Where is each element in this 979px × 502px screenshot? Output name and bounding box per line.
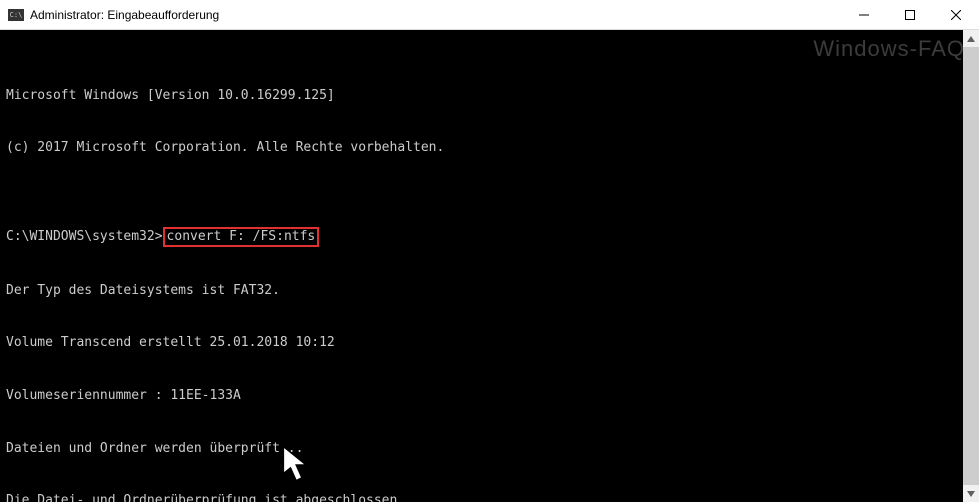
vertical-scrollbar[interactable] [963,30,979,502]
terminal-output[interactable]: Windows-FAQ Microsoft Windows [Version 1… [0,30,979,502]
output-line: Volume Transcend erstellt 25.01.2018 10:… [6,334,973,352]
output-line: Dateien und Ordner werden überprüft... [6,440,973,458]
window-title: Administrator: Eingabeaufforderung [30,8,219,22]
scrollbar-track[interactable] [963,47,979,485]
cmd-icon [8,9,24,21]
output-line: Microsoft Windows [Version 10.0.16299.12… [6,87,973,105]
prompt-line: C:\WINDOWS\system32>convert F: /FS:ntfs [6,227,973,247]
scroll-down-button[interactable] [963,485,979,502]
highlighted-command: convert F: /FS:ntfs [163,227,320,247]
close-button[interactable] [933,0,979,29]
titlebar-left: Administrator: Eingabeaufforderung [0,8,219,22]
scroll-up-button[interactable] [963,30,979,47]
watermark-text: Windows-FAQ [813,34,965,64]
window-titlebar: Administrator: Eingabeaufforderung [0,0,979,30]
maximize-button[interactable] [887,0,933,29]
output-line: Der Typ des Dateisystems ist FAT32. [6,282,973,300]
window-controls [841,0,979,29]
output-line: (c) 2017 Microsoft Corporation. Alle Rec… [6,139,973,157]
output-line: Die Datei- und Ordnerüberprüfung ist abg… [6,492,973,502]
minimize-button[interactable] [841,0,887,29]
prompt-prefix: C:\WINDOWS\system32> [6,229,163,244]
output-line: Volumeseriennummer : 11EE-133A [6,387,973,405]
scrollbar-thumb[interactable] [963,47,979,485]
